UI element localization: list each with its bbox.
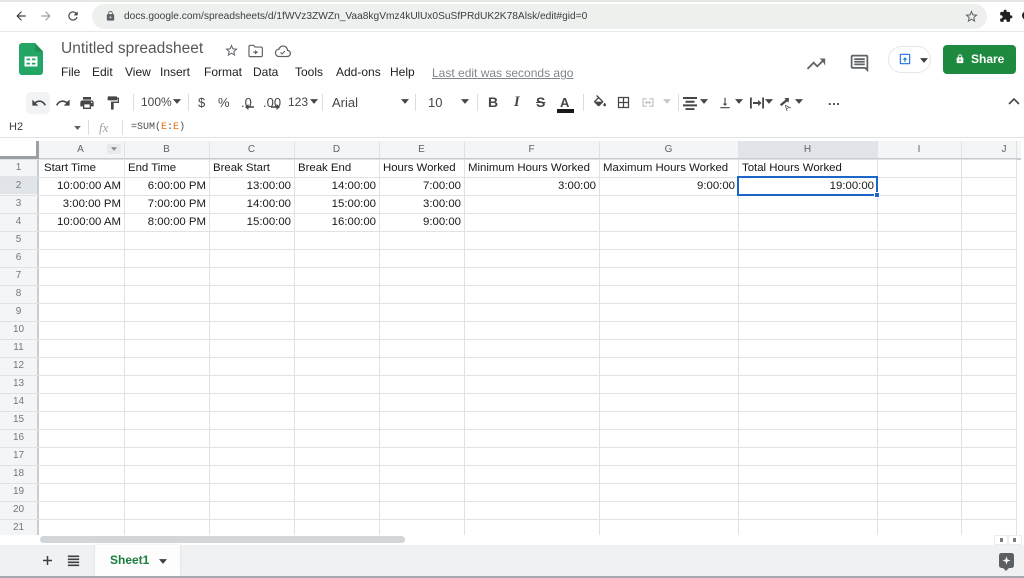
svg-text:A: A xyxy=(782,101,793,111)
